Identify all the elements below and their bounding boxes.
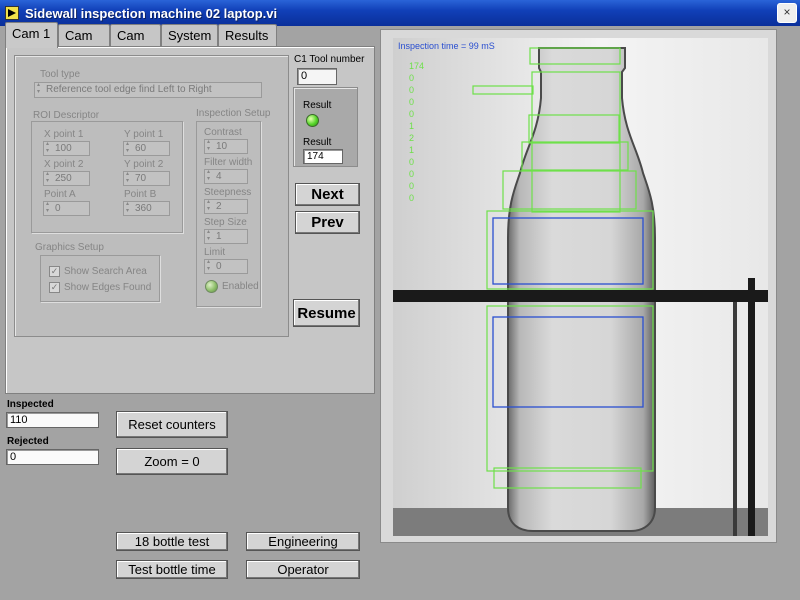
point-a-label: Point A: [44, 189, 76, 200]
point-b-input[interactable]: 360: [123, 201, 170, 216]
tool-type-selector[interactable]: Reference tool edge find Left to Right: [34, 82, 262, 98]
x-point-2-input[interactable]: 250: [43, 171, 90, 186]
next-button[interactable]: Next: [295, 183, 360, 206]
result-value-field: 174: [303, 149, 343, 164]
tab-cam-1[interactable]: Cam 1: [5, 22, 58, 48]
x-point-1-input[interactable]: 100: [43, 141, 90, 156]
x-point-1-label: X point 1: [44, 129, 84, 140]
step-size-input[interactable]: 1: [204, 229, 248, 244]
tool-config-panel: Tool type Reference tool edge find Left …: [14, 55, 289, 337]
graphics-setup-title: Graphics Setup: [35, 242, 104, 253]
show-search-area-label: Show Search Area: [64, 266, 147, 277]
inspection-time-text: Inspection time = 99 mS: [398, 41, 495, 51]
tab-cam-3[interactable]: Cam 3: [110, 24, 161, 58]
result-led-icon: [306, 114, 319, 127]
inspected-label: Inspected: [7, 399, 54, 410]
y-point-1-input[interactable]: 60: [123, 141, 170, 156]
result-led-label: Result: [303, 100, 332, 111]
show-edges-found-label: Show Edges Found: [64, 282, 152, 293]
inspected-count: 110: [6, 412, 99, 428]
y-point-2-input[interactable]: 70: [123, 171, 170, 186]
reset-counters-button[interactable]: Reset counters: [116, 411, 228, 438]
result-panel: Result Result 174: [293, 87, 358, 167]
show-edges-found-checkbox[interactable]: ✓: [49, 282, 60, 293]
tool-result-11: 0: [409, 193, 414, 203]
title-bar: Sidewall inspection machine 02 laptop.vi…: [0, 0, 800, 26]
close-button[interactable]: ×: [777, 3, 797, 23]
roi-group: X point 1 100 Y point 1 60 X point 2 250…: [31, 121, 183, 233]
result-value-label: Result: [303, 137, 332, 148]
cam1-panel: Tool type Reference tool edge find Left …: [5, 46, 375, 394]
tab-system[interactable]: System: [161, 24, 218, 46]
guide-rail: [393, 290, 768, 302]
filter-width-label: Filter width: [204, 157, 253, 168]
rejected-label: Rejected: [7, 436, 49, 447]
point-b-label: Point B: [124, 189, 157, 200]
limit-input[interactable]: 0: [204, 259, 248, 274]
bottle-test-button[interactable]: 18 bottle test: [116, 532, 228, 551]
tool-result-4: 0: [409, 109, 414, 119]
enabled-label: Enabled: [222, 281, 259, 292]
rejected-count: 0: [6, 449, 99, 465]
show-search-area-checkbox[interactable]: ✓: [49, 266, 60, 277]
tool-result-1: 0: [409, 73, 414, 83]
tool-type-label: Tool type: [40, 69, 81, 80]
tool-number-input[interactable]: 0: [297, 68, 337, 85]
zoom-button[interactable]: Zoom = 0: [116, 448, 228, 475]
tool-result-6: 2: [409, 133, 414, 143]
tool-result-8: 0: [409, 157, 414, 167]
tool-result-3: 0: [409, 97, 414, 107]
prev-button[interactable]: Prev: [295, 211, 360, 234]
inspection-setup-title: Inspection Setup: [196, 108, 271, 119]
tool-result-2: 0: [409, 85, 414, 95]
enabled-led-icon[interactable]: [205, 280, 218, 293]
resume-button[interactable]: Resume: [293, 299, 360, 327]
x-point-2-label: X point 2: [44, 159, 84, 170]
graphics-setup-group: ✓ Show Search Area ✓ Show Edges Found: [40, 255, 160, 302]
steepness-label: Steepness: [204, 187, 252, 198]
contrast-input[interactable]: 10: [204, 139, 248, 154]
tool-result-10: 0: [409, 181, 414, 191]
inspection-setup-group: Contrast 10 Filter width 4 Steepness 2 S…: [196, 121, 261, 307]
tool-result-0: 174: [409, 61, 424, 71]
tab-cam-2[interactable]: Cam 2: [58, 24, 110, 58]
tab-results[interactable]: Results: [218, 24, 277, 46]
contrast-label: Contrast: [204, 127, 242, 138]
tool-result-9: 0: [409, 169, 414, 179]
window-title: Sidewall inspection machine 02 laptop.vi: [25, 5, 278, 21]
guide-post: [748, 278, 755, 536]
y-point-2-label: Y point 2: [124, 159, 164, 170]
step-size-label: Step Size: [204, 217, 247, 228]
roi-title: ROI Descriptor: [33, 110, 100, 121]
tool-result-7: 1: [409, 145, 414, 155]
point-a-input[interactable]: 0: [43, 201, 90, 216]
test-bottle-time-button[interactable]: Test bottle time: [116, 560, 228, 579]
tool-number-label: C1 Tool number: [294, 54, 365, 65]
camera-viewer: Inspection time = 99 mS 174 0 0 0 0 1 2 …: [380, 29, 777, 543]
tool-result-5: 1: [409, 121, 414, 131]
operator-button[interactable]: Operator: [246, 560, 360, 579]
filter-width-input[interactable]: 4: [204, 169, 248, 184]
guide-post-shadow: [733, 302, 737, 536]
camera-image: Inspection time = 99 mS 174 0 0 0 0 1 2 …: [393, 38, 768, 536]
labview-icon: [5, 6, 19, 20]
limit-label: Limit: [204, 247, 226, 258]
engineering-button[interactable]: Engineering: [246, 532, 360, 551]
steepness-input[interactable]: 2: [204, 199, 248, 214]
y-point-1-label: Y point 1: [124, 129, 164, 140]
